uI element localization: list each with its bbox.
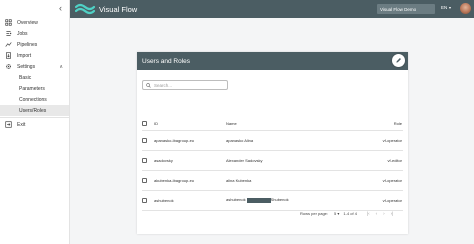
cell-id: akubenka-ibagroup-eu: [154, 170, 226, 191]
sidebar-item-label: Parameters: [19, 85, 45, 92]
page-range: 1-4 of 4: [343, 211, 357, 216]
row-checkbox[interactable]: [142, 197, 147, 203]
sidebar-item-overview[interactable]: Overview: [0, 17, 69, 28]
project-name: Visual Flow Demo: [380, 6, 417, 12]
cell-id: asadovsky: [154, 150, 226, 171]
cell-name: alina Kubenka: [226, 170, 366, 191]
table-header-row: ID Name Role: [142, 117, 403, 131]
chevron-down-icon: ▼: [448, 6, 452, 10]
chevron-left-icon[interactable]: ‹: [59, 3, 62, 13]
pagination: Rows per page: 5 ▾ 1-4 of 4 |‹ ‹ › ›|: [300, 211, 393, 216]
sidebar-item-label: Users/Roles: [19, 107, 47, 114]
table-row[interactable]: apanasko-ibagroup-eu apanasko Alina vf-o…: [142, 130, 403, 151]
sidebar-item-settings[interactable]: Settings ∧: [0, 61, 69, 72]
import-icon: [6, 52, 11, 59]
sidebar-item-import[interactable]: Import: [0, 50, 69, 61]
search-input[interactable]: [154, 82, 224, 88]
sidebar-item-jobs[interactable]: Jobs: [0, 28, 69, 39]
column-header-role[interactable]: Role: [366, 117, 403, 131]
cell-name: ashubenok Shubenok: [226, 190, 366, 211]
column-header-id[interactable]: ID: [154, 117, 226, 131]
grid-icon: [5, 19, 12, 26]
table-row[interactable]: akubenka-ibagroup-eu alina Kubenka vf-op…: [142, 170, 403, 191]
pencil-icon: [396, 58, 401, 63]
rows-per-page-value: 5: [334, 211, 337, 216]
row-checkbox[interactable]: [142, 177, 147, 183]
cell-role: vf-operator: [366, 190, 403, 211]
sidebar-item-label: Connections: [19, 96, 47, 103]
table-row[interactable]: ashubenok ashubenok Shubenok vf-operator: [142, 190, 403, 211]
select-all-checkbox[interactable]: [142, 120, 147, 126]
sidebar-item-label: Jobs: [17, 30, 28, 37]
cell-role: vf-operator: [366, 130, 403, 151]
sidebar-item-exit[interactable]: Exit: [0, 119, 69, 130]
sidebar-header: ‹: [0, 0, 69, 17]
next-page-icon[interactable]: ›: [383, 211, 385, 216]
sidebar-item-label: Basic: [19, 74, 32, 81]
app-header: Visual Flow Visual Flow Demo EN▼: [70, 0, 474, 18]
edit-button[interactable]: [392, 54, 405, 67]
avatar[interactable]: [460, 3, 471, 14]
jobs-icon: [6, 31, 12, 36]
cell-id: ashubenok: [154, 190, 226, 211]
cell-id: apanasko-ibagroup-eu: [154, 130, 226, 151]
language-selector[interactable]: EN▼: [441, 5, 452, 10]
sidebar-item-pipelines[interactable]: Pipelines: [0, 39, 69, 50]
sidebar-item-basic[interactable]: Basic: [0, 72, 69, 83]
rows-per-page-label: Rows per page:: [300, 211, 329, 216]
sidebar-item-label: Overview: [17, 19, 38, 26]
language-label: EN: [441, 5, 448, 10]
first-page-icon[interactable]: |‹: [367, 211, 370, 216]
row-checkbox[interactable]: [142, 137, 147, 143]
sidebar-item-users-roles[interactable]: Users/Roles: [0, 105, 69, 116]
cell-role: vf-operator: [366, 170, 403, 191]
visual-flow-logo: [75, 3, 95, 15]
sidebar-item-label: Exit: [17, 121, 26, 128]
sidebar-item-parameters[interactable]: Parameters: [0, 83, 69, 94]
chevron-up-icon: ∧: [59, 63, 63, 70]
prev-page-icon[interactable]: ‹: [376, 211, 378, 216]
exit-icon: [5, 121, 12, 128]
cell-name: apanasko Alina: [226, 130, 366, 151]
users-roles-card: Users and Roles ID Name Role apanasko-ib…: [137, 52, 408, 234]
name-suffix: Shubenok: [270, 197, 289, 203]
search-field[interactable]: [142, 80, 228, 90]
sidebar-divider: [0, 117, 69, 118]
table-row[interactable]: asadovsky Alexander Sadovsky vf-editor: [142, 150, 403, 171]
column-header-name[interactable]: Name: [226, 117, 366, 131]
last-page-icon[interactable]: ›|: [391, 211, 394, 216]
sidebar-item-label: Settings: [17, 63, 36, 70]
search-icon: [146, 82, 151, 88]
project-selector[interactable]: Visual Flow Demo: [377, 4, 435, 14]
row-checkbox[interactable]: [142, 157, 147, 163]
rows-per-page-select[interactable]: 5 ▾: [334, 211, 339, 216]
gear-icon: [6, 64, 11, 69]
app-title: Visual Flow: [99, 4, 138, 14]
pipelines-icon: [5, 42, 12, 47]
card-title: Users and Roles: [142, 57, 191, 65]
cell-role: vf-editor: [366, 150, 403, 171]
name-prefix: ashubenok: [226, 197, 246, 203]
cell-name: Alexander Sadovsky: [226, 150, 366, 171]
users-table: ID Name Role apanasko-ibagroup-eu apanas…: [142, 117, 403, 211]
sidebar-item-label: Import: [17, 52, 32, 59]
sidebar: ‹ Overview Jobs Pipelines Import Setting…: [0, 0, 70, 244]
sidebar-item-connections[interactable]: Connections: [0, 94, 69, 105]
sidebar-item-label: Pipelines: [17, 41, 38, 48]
card-header: Users and Roles: [137, 52, 408, 70]
caret-down-icon: ▾: [337, 211, 340, 216]
redacted-block: [246, 197, 271, 203]
